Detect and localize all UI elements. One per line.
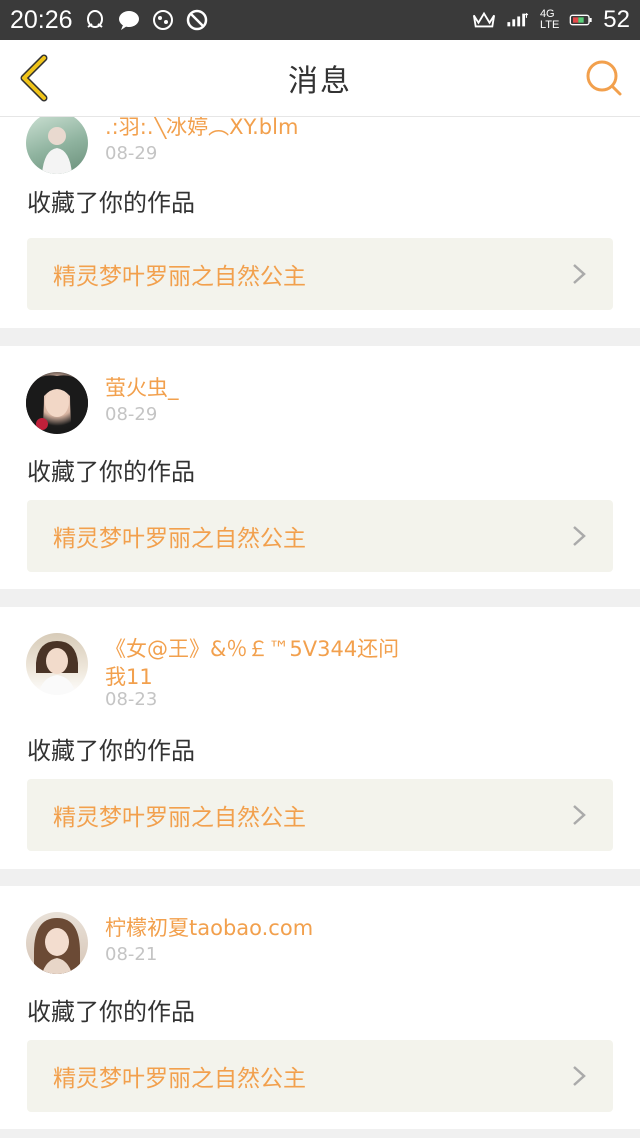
chevron-right-icon	[573, 264, 586, 284]
status-bar: 20:26 4G LTE 52	[0, 0, 640, 40]
network-lte: LTE	[539, 19, 560, 31]
battery-level: 52	[603, 6, 630, 33]
app-header: 消息	[0, 40, 640, 117]
message-feed[interactable]: .:羽:.╲冰婷︵XY.blm 08-29 收藏了你的作品 精灵梦叶罗丽之自然公…	[0, 117, 640, 1138]
work-title: 精灵梦叶罗丽之自然公主	[53, 264, 306, 290]
signal-strength-icon	[506, 8, 530, 32]
message-card: 萤火虫_ 08-29 收藏了你的作品 精灵梦叶罗丽之自然公主	[0, 346, 640, 589]
work-title: 精灵梦叶罗丽之自然公主	[53, 526, 306, 552]
work-link[interactable]: 精灵梦叶罗丽之自然公主	[27, 500, 613, 572]
user-name[interactable]: 《女@王》&％￡™5V344还问我11	[105, 635, 405, 691]
status-bar-right: 4G LTE 52	[472, 6, 630, 34]
chat-bubble-icon	[117, 8, 141, 32]
message-card: 柠檬初夏taobao.com 08-21 收藏了你的作品 精灵梦叶罗丽之自然公主	[0, 886, 640, 1129]
message-card: 《女@王》&％￡™5V344还问我11 08-23 收藏了你的作品 精灵梦叶罗丽…	[0, 607, 640, 869]
status-bar-left: 20:26	[10, 6, 209, 35]
chevron-right-icon	[573, 526, 586, 546]
message-date: 08-21	[105, 944, 158, 965]
search-icon	[586, 60, 622, 96]
avatar[interactable]	[26, 912, 88, 974]
user-name[interactable]: 萤火虫_	[105, 374, 425, 402]
work-link[interactable]: 精灵梦叶罗丽之自然公主	[27, 1040, 613, 1112]
user-name[interactable]: 柠檬初夏taobao.com	[105, 914, 425, 942]
message-action: 收藏了你的作品	[27, 458, 195, 486]
network-type: 4G LTE	[540, 9, 559, 31]
message-date: 08-29	[105, 404, 158, 425]
do-not-disturb-icon	[185, 8, 209, 32]
avatar[interactable]	[26, 117, 88, 174]
message-action: 收藏了你的作品	[27, 998, 195, 1026]
page-title: 消息	[288, 64, 352, 99]
shuffle-app-icon	[151, 8, 175, 32]
message-date: 08-23	[105, 689, 158, 710]
work-title: 精灵梦叶罗丽之自然公主	[53, 805, 306, 831]
message-action: 收藏了你的作品	[27, 737, 195, 765]
message-card: .:羽:.╲冰婷︵XY.blm 08-29 收藏了你的作品 精灵梦叶罗丽之自然公…	[0, 117, 640, 328]
battery-icon	[569, 8, 593, 32]
avatar[interactable]	[26, 633, 88, 695]
qq-notification-icon	[83, 8, 107, 32]
chevron-right-icon	[573, 805, 586, 825]
status-time: 20:26	[10, 5, 73, 34]
chevron-right-icon	[573, 1066, 586, 1086]
avatar[interactable]	[26, 372, 88, 434]
user-name[interactable]: .:羽:.╲冰婷︵XY.blm	[105, 117, 425, 141]
message-date: 08-29	[105, 143, 158, 164]
message-action: 收藏了你的作品	[27, 189, 195, 217]
search-button[interactable]	[584, 58, 624, 98]
work-link[interactable]: 精灵梦叶罗丽之自然公主	[27, 238, 613, 310]
work-title: 精灵梦叶罗丽之自然公主	[53, 1066, 306, 1092]
work-link[interactable]: 精灵梦叶罗丽之自然公主	[27, 779, 613, 851]
crown-icon	[472, 8, 496, 32]
